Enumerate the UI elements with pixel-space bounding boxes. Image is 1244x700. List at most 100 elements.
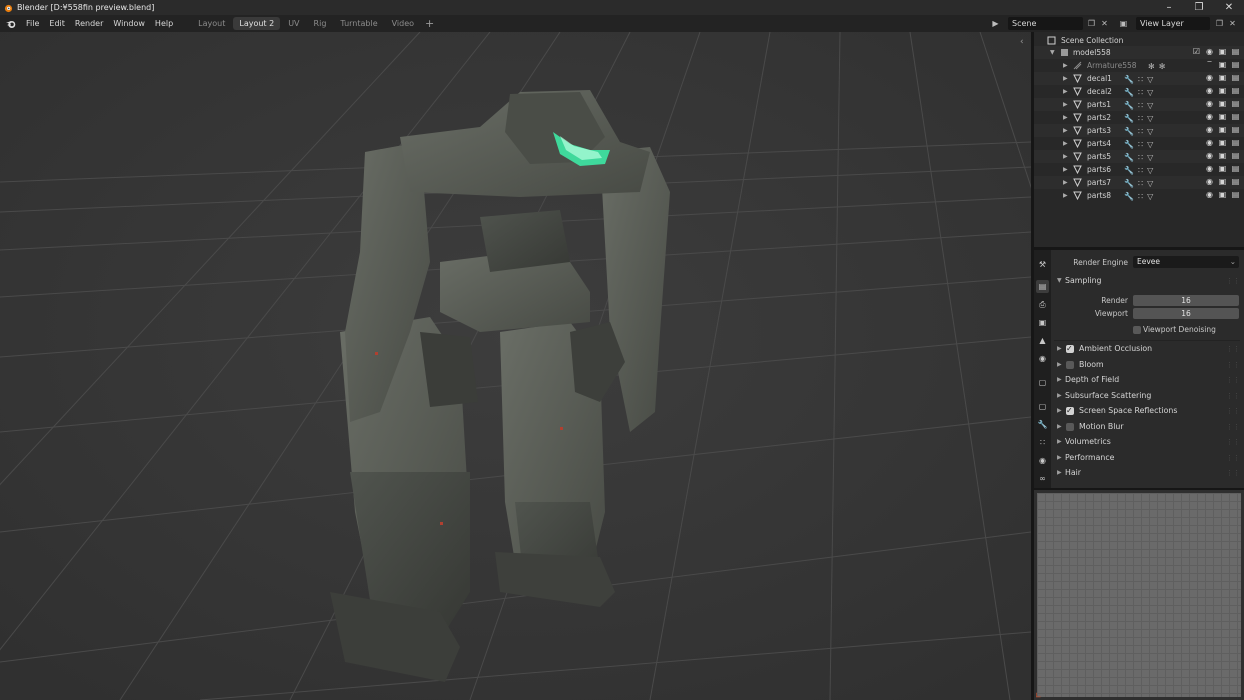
viewport-display-icon[interactable]: ▣ — [1218, 60, 1227, 69]
view-layer-icon[interactable]: ▣ — [1118, 18, 1129, 29]
scene-field[interactable]: Scene — [1008, 17, 1083, 30]
viewport-display-icon[interactable]: ▣ — [1218, 151, 1227, 160]
output-tab-icon[interactable]: ⎙ — [1036, 298, 1049, 311]
collection-tab-icon[interactable]: ▢ — [1036, 376, 1049, 389]
panel-hair[interactable]: ▶ Hair ⋮⋮ — [1054, 466, 1240, 480]
outliner-object-row[interactable]: ▶ decal1 🔧 ∷ ▽ ◉ ▣ ▤ — [1034, 72, 1244, 85]
outliner-object-row[interactable]: ▶ parts7 🔧 ∷ ▽ ◉ ▣ ▤ — [1034, 176, 1244, 189]
panel-screen-space-reflections[interactable]: ▶ Screen Space Reflections ⋮⋮ — [1054, 404, 1240, 418]
expand-down-icon[interactable]: ▼ — [1050, 46, 1055, 59]
panel-bloom[interactable]: ▶ Bloom ⋮⋮ — [1054, 358, 1240, 372]
panel-motion-blur[interactable]: ▶ Motion Blur ⋮⋮ — [1054, 420, 1240, 434]
outliner-object-row[interactable]: ▶ parts3 🔧 ∷ ▽ ◉ ▣ ▤ — [1034, 124, 1244, 137]
visibility-eye-icon[interactable]: ◉ — [1205, 112, 1214, 121]
panel-performance[interactable]: ▶ Performance ⋮⋮ — [1054, 451, 1240, 465]
panel-enable-checkbox[interactable] — [1066, 360, 1074, 369]
viewport-denoising-checkbox[interactable] — [1133, 326, 1141, 334]
physics-tab-icon[interactable]: ◉ — [1036, 454, 1049, 467]
visibility-eye-icon[interactable]: ◉ — [1205, 190, 1214, 199]
expand-right-icon[interactable]: ▶ — [1063, 98, 1068, 111]
blender-menu-icon[interactable] — [5, 18, 17, 30]
scene-selector-icon[interactable]: ▶ — [990, 18, 1001, 29]
drag-handle-icon[interactable]: ⋮⋮ — [1226, 420, 1240, 434]
modifier-wrench-icon[interactable]: 🔧 — [1124, 190, 1134, 203]
scene-tab-icon[interactable]: ▲ — [1036, 334, 1049, 347]
visibility-eye-icon[interactable]: ◉ — [1205, 125, 1214, 134]
viewport-display-icon[interactable]: ▣ — [1218, 190, 1227, 199]
new-view-layer-icon[interactable]: ❐ — [1214, 18, 1225, 29]
expand-right-icon[interactable]: ▶ — [1063, 176, 1068, 189]
viewport-display-icon[interactable]: ▣ — [1218, 112, 1227, 121]
viewport-display-icon[interactable]: ▣ — [1218, 47, 1227, 56]
render-camera-icon[interactable]: ▤ — [1231, 138, 1240, 147]
render-samples-field[interactable]: 16 — [1133, 295, 1239, 306]
expand-right-icon[interactable]: ▶ — [1063, 150, 1068, 163]
expand-right-icon[interactable]: ▶ — [1063, 163, 1068, 176]
render-camera-icon[interactable]: ▤ — [1231, 73, 1240, 82]
expand-right-icon[interactable]: ▶ — [1063, 124, 1068, 137]
viewport-display-icon[interactable]: ▣ — [1218, 164, 1227, 173]
visibility-eye-icon[interactable]: ◉ — [1205, 151, 1214, 160]
outliner-object-row[interactable]: ▶ parts4 🔧 ∷ ▽ ◉ ▣ ▤ — [1034, 137, 1244, 150]
image-editor-grid[interactable] — [1037, 493, 1241, 697]
object-tab-icon[interactable]: ▢ — [1036, 400, 1049, 413]
maximize-icon[interactable]: ❐ — [1184, 0, 1214, 15]
expand-right-icon[interactable]: ▶ — [1063, 137, 1068, 150]
visibility-eye-icon[interactable]: ◉ — [1205, 177, 1214, 186]
modifier-tab-icon[interactable]: 🔧 — [1036, 418, 1049, 431]
expand-right-icon[interactable]: ▶ — [1063, 72, 1068, 85]
render-camera-icon[interactable]: ▤ — [1231, 125, 1240, 134]
panel-subsurface-scattering[interactable]: ▶ Subsurface Scattering ⋮⋮ — [1054, 389, 1240, 403]
add-workspace-icon[interactable]: + — [425, 17, 434, 30]
viewport-display-icon[interactable]: ▣ — [1218, 177, 1227, 186]
view-layer-field[interactable]: View Layer — [1136, 17, 1210, 30]
render-camera-icon[interactable]: ▤ — [1231, 164, 1240, 173]
menu-window[interactable]: Window — [108, 15, 150, 32]
expand-right-icon[interactable]: ▶ — [1063, 59, 1068, 72]
outliner-object-row[interactable]: ▶ parts8 🔧 ∷ ▽ ◉ ▣ ▤ — [1034, 189, 1244, 202]
panel-sampling[interactable]: ▼ Sampling ⋮⋮ — [1054, 274, 1240, 288]
view-layer-tab-icon[interactable]: ▣ — [1036, 316, 1049, 329]
new-scene-icon[interactable]: ❐ — [1086, 18, 1097, 29]
outliner-object-row[interactable]: ▶ decal2 🔧 ∷ ▽ ◉ ▣ ▤ — [1034, 85, 1244, 98]
delete-scene-icon[interactable]: ✕ — [1099, 18, 1110, 29]
tab-layout[interactable]: Layout — [192, 17, 231, 30]
drag-handle-icon[interactable]: ⋮⋮ — [1226, 274, 1240, 288]
outliner-armature-row[interactable]: ▶ Armature558 ✻ ✻ ‾ ▣ ▤ — [1034, 59, 1244, 72]
render-camera-icon[interactable]: ▤ — [1231, 60, 1240, 69]
render-camera-icon[interactable]: ▤ — [1231, 86, 1240, 95]
render-camera-icon[interactable]: ▤ — [1231, 99, 1240, 108]
particles-tab-icon[interactable]: ∷ — [1036, 436, 1049, 449]
render-camera-icon[interactable]: ▤ — [1231, 151, 1240, 160]
expand-right-icon[interactable]: ▶ — [1063, 85, 1068, 98]
drag-handle-icon[interactable]: ⋮⋮ — [1226, 404, 1240, 418]
viewport-display-icon[interactable]: ▣ — [1218, 99, 1227, 108]
visibility-eye-icon[interactable]: ◉ — [1205, 47, 1214, 56]
visibility-eye-icon[interactable]: ◉ — [1205, 99, 1214, 108]
panel-enable-checkbox[interactable] — [1066, 422, 1074, 431]
viewport-samples-field[interactable]: 16 — [1133, 308, 1239, 319]
viewport-display-icon[interactable]: ▣ — [1218, 138, 1227, 147]
render-camera-icon[interactable]: ▤ — [1231, 112, 1240, 121]
outliner-object-row[interactable]: ▶ parts5 🔧 ∷ ▽ ◉ ▣ ▤ — [1034, 150, 1244, 163]
drag-handle-icon[interactable]: ⋮⋮ — [1226, 466, 1240, 480]
menu-edit[interactable]: Edit — [44, 15, 70, 32]
vertex-groups-icon[interactable]: ∷ — [1138, 190, 1143, 203]
tab-layout-2[interactable]: Layout 2 — [233, 17, 281, 30]
visibility-eye-icon[interactable]: ◉ — [1205, 164, 1214, 173]
viewport-display-icon[interactable]: ▣ — [1218, 125, 1227, 134]
constraints-tab-icon[interactable]: ∞ — [1036, 472, 1049, 485]
render-camera-icon[interactable]: ▤ — [1231, 177, 1240, 186]
drag-handle-icon[interactable]: ⋮⋮ — [1226, 342, 1240, 356]
tab-video[interactable]: Video — [386, 17, 420, 30]
visibility-eye-icon[interactable]: ◉ — [1205, 86, 1214, 95]
panel-enable-checkbox[interactable] — [1066, 404, 1074, 418]
panel-enable-checkbox[interactable] — [1066, 342, 1074, 356]
menu-file[interactable]: File — [21, 15, 44, 32]
menu-help[interactable]: Help — [150, 15, 178, 32]
tool-tab-icon[interactable]: ⚒ — [1036, 258, 1049, 271]
render-camera-icon[interactable]: ▤ — [1231, 47, 1240, 56]
render-engine-select[interactable]: Eevee ⌄ — [1133, 256, 1239, 268]
minimize-icon[interactable]: – — [1154, 0, 1184, 15]
visibility-eye-icon[interactable]: ◉ — [1205, 73, 1214, 82]
